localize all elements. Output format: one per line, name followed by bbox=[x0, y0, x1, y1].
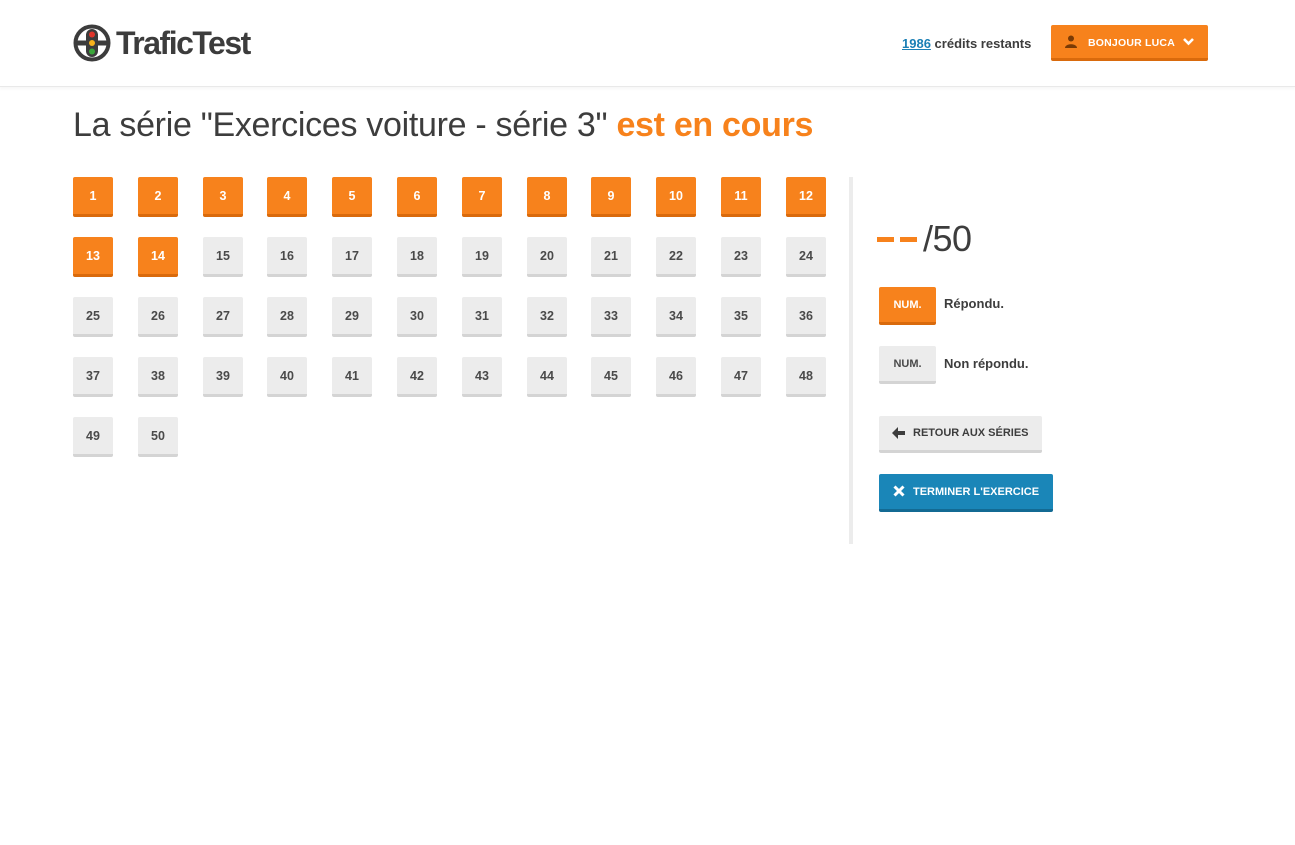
legend-answered-label: Répondu. bbox=[944, 296, 1004, 311]
score-total: /50 bbox=[923, 218, 972, 259]
question-button-42[interactable]: 42 bbox=[397, 357, 437, 397]
user-menu-button[interactable]: BONJOUR LUCA bbox=[1051, 25, 1208, 61]
question-button-48[interactable]: 48 bbox=[786, 357, 826, 397]
question-button-9[interactable]: 9 bbox=[591, 177, 631, 217]
question-button-15[interactable]: 15 bbox=[203, 237, 243, 277]
question-button-13[interactable]: 13 bbox=[73, 237, 113, 277]
question-button-2[interactable]: 2 bbox=[138, 177, 178, 217]
page-title-prefix: La série "Exercices voiture - série 3" bbox=[73, 106, 608, 144]
question-button-24[interactable]: 24 bbox=[786, 237, 826, 277]
question-button-27[interactable]: 27 bbox=[203, 297, 243, 337]
question-button-40[interactable]: 40 bbox=[267, 357, 307, 397]
question-button-28[interactable]: 28 bbox=[267, 297, 307, 337]
question-button-37[interactable]: 37 bbox=[73, 357, 113, 397]
question-button-34[interactable]: 34 bbox=[656, 297, 696, 337]
question-button-50[interactable]: 50 bbox=[138, 417, 178, 457]
question-button-4[interactable]: 4 bbox=[267, 177, 307, 217]
question-grid: 1 2 3 4 5 6 7 8 9 10 11 12 13 14 15 16 17 18 19 20 21 22 23 24 2… bbox=[73, 177, 833, 467]
credits-count-link[interactable]: 1986 bbox=[902, 36, 931, 51]
question-button-20[interactable]: 20 bbox=[527, 237, 567, 277]
question-button-26[interactable]: 26 bbox=[138, 297, 178, 337]
question-button-23[interactable]: 23 bbox=[721, 237, 761, 277]
score-dash bbox=[900, 236, 917, 242]
question-button-22[interactable]: 22 bbox=[656, 237, 696, 277]
legend-unanswered-label: Non répondu. bbox=[944, 356, 1029, 371]
question-button-5[interactable]: 5 bbox=[332, 177, 372, 217]
legend-unanswered-box: NUM. bbox=[879, 346, 936, 384]
question-button-31[interactable]: 31 bbox=[462, 297, 502, 337]
back-to-series-button[interactable]: RETOUR AUX SÉRIES bbox=[879, 416, 1042, 453]
finish-exercise-button[interactable]: TERMINER L'EXERCICE bbox=[879, 474, 1053, 512]
question-button-38[interactable]: 38 bbox=[138, 357, 178, 397]
question-button-47[interactable]: 47 bbox=[721, 357, 761, 397]
question-button-12[interactable]: 12 bbox=[786, 177, 826, 217]
vertical-divider bbox=[849, 177, 853, 544]
logo[interactable]: TraficTest bbox=[73, 24, 251, 62]
question-button-44[interactable]: 44 bbox=[527, 357, 567, 397]
question-button-35[interactable]: 35 bbox=[721, 297, 761, 337]
question-button-32[interactable]: 32 bbox=[527, 297, 567, 337]
question-button-29[interactable]: 29 bbox=[332, 297, 372, 337]
close-icon bbox=[893, 485, 905, 497]
question-button-36[interactable]: 36 bbox=[786, 297, 826, 337]
question-button-14[interactable]: 14 bbox=[138, 237, 178, 277]
question-button-21[interactable]: 21 bbox=[591, 237, 631, 277]
finish-exercise-label: TERMINER L'EXERCICE bbox=[913, 486, 1040, 498]
question-button-49[interactable]: 49 bbox=[73, 417, 113, 457]
question-button-17[interactable]: 17 bbox=[332, 237, 372, 277]
question-button-43[interactable]: 43 bbox=[462, 357, 502, 397]
user-menu-label: BONJOUR LUCA bbox=[1088, 37, 1175, 49]
score-display: /50 bbox=[877, 218, 972, 259]
question-button-16[interactable]: 16 bbox=[267, 237, 307, 277]
question-button-30[interactable]: 30 bbox=[397, 297, 437, 337]
question-button-7[interactable]: 7 bbox=[462, 177, 502, 217]
question-button-39[interactable]: 39 bbox=[203, 357, 243, 397]
question-button-3[interactable]: 3 bbox=[203, 177, 243, 217]
question-button-11[interactable]: 11 bbox=[721, 177, 761, 217]
question-button-45[interactable]: 45 bbox=[591, 357, 631, 397]
logo-text: TraficTest bbox=[116, 24, 251, 61]
chevron-down-icon bbox=[1183, 38, 1194, 46]
question-button-18[interactable]: 18 bbox=[397, 237, 437, 277]
score-dash bbox=[877, 236, 894, 242]
traffic-light-logo-icon bbox=[73, 24, 111, 62]
question-button-46[interactable]: 46 bbox=[656, 357, 696, 397]
question-button-6[interactable]: 6 bbox=[397, 177, 437, 217]
top-header: TraficTest 1986 crédits restants BONJOUR… bbox=[0, 0, 1295, 87]
question-button-8[interactable]: 8 bbox=[527, 177, 567, 217]
question-button-41[interactable]: 41 bbox=[332, 357, 372, 397]
credits-label: crédits restants bbox=[934, 36, 1032, 51]
page-title: La série "Exercices voiture - série 3" e… bbox=[73, 106, 813, 145]
question-button-10[interactable]: 10 bbox=[656, 177, 696, 217]
back-to-series-label: RETOUR AUX SÉRIES bbox=[913, 427, 1029, 439]
arrow-left-icon bbox=[892, 427, 905, 439]
question-button-33[interactable]: 33 bbox=[591, 297, 631, 337]
question-button-19[interactable]: 19 bbox=[462, 237, 502, 277]
user-icon bbox=[1065, 35, 1077, 48]
question-button-25[interactable]: 25 bbox=[73, 297, 113, 337]
credits-info: 1986 crédits restants bbox=[902, 36, 1031, 51]
legend-answered-box: NUM. bbox=[879, 287, 936, 325]
page-title-status: est en cours bbox=[616, 106, 814, 144]
question-button-1[interactable]: 1 bbox=[73, 177, 113, 217]
